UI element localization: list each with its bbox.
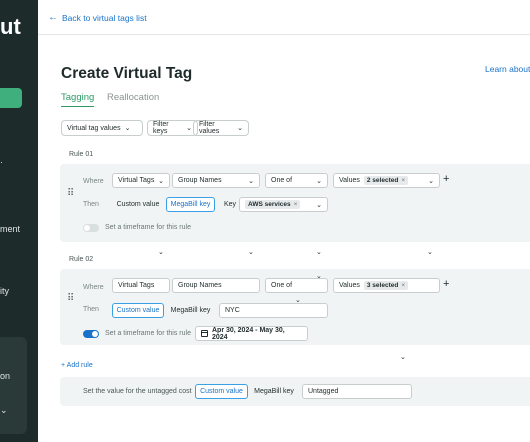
filter-label: Filter values bbox=[199, 121, 220, 135]
values-label: Values bbox=[339, 282, 360, 289]
input-value: NYC bbox=[225, 307, 240, 314]
chip-label: 3 selected bbox=[366, 282, 399, 289]
sidebar-account-panel[interactable] bbox=[0, 337, 27, 434]
chevron-down-icon: ⌄ bbox=[248, 249, 254, 256]
calendar-icon bbox=[201, 330, 208, 337]
where-label: Where bbox=[83, 178, 104, 185]
date-range-value: Apr 30, 2024 - May 30, 2024 bbox=[211, 326, 285, 341]
sidebar-primary-button[interactable] bbox=[0, 88, 22, 108]
timeframe-label: Set a timeframe for this rule bbox=[105, 330, 191, 337]
chevron-down-icon: ⌄ bbox=[428, 177, 434, 185]
close-icon[interactable]: × bbox=[401, 282, 405, 289]
key-select[interactable]: Group Names bbox=[172, 278, 260, 293]
drag-handle-icon[interactable]: ⠿ bbox=[67, 188, 74, 199]
key-select[interactable]: Group Names ⌄ bbox=[172, 173, 260, 188]
sidebar-item-dot[interactable]: · bbox=[0, 157, 3, 167]
drag-handle-icon[interactable]: ⠿ bbox=[67, 293, 74, 304]
rule-label: Rule 01 bbox=[69, 151, 94, 158]
values-label: Values bbox=[339, 177, 360, 184]
chevron-down-icon: ⌄ bbox=[237, 125, 243, 132]
chevron-down-icon: ⌄ bbox=[316, 249, 322, 256]
untagged-value-input[interactable]: Untagged bbox=[302, 384, 412, 399]
add-rule-button[interactable]: + Add rule bbox=[61, 362, 93, 369]
select-value: One of bbox=[271, 177, 293, 184]
close-icon[interactable]: × bbox=[401, 177, 405, 184]
values-chip: 3 selected × bbox=[363, 281, 409, 290]
filter-virtual-tag-values[interactable]: Virtual tag values ⌄ bbox=[61, 120, 143, 136]
timeframe-label: Set a timeframe for this rule bbox=[105, 224, 191, 231]
megabill-key-select[interactable]: AWS services × ⌄ bbox=[239, 197, 328, 212]
date-range-picker[interactable]: Apr 30, 2024 - May 30, 2024 bbox=[195, 326, 308, 341]
sidebar-item-security[interactable]: ity bbox=[0, 286, 9, 296]
untagged-custom-value-button[interactable]: Custom value bbox=[195, 384, 248, 399]
close-icon[interactable]: × bbox=[294, 201, 298, 208]
select-value: Virtual Tags bbox=[118, 282, 155, 289]
select-value: One of bbox=[271, 282, 293, 289]
sidebar-item-management[interactable]: ment bbox=[0, 224, 20, 234]
values-select[interactable]: Values 2 selected × ⌄ bbox=[333, 173, 440, 188]
back-link[interactable]: ← Back to virtual tags list bbox=[48, 12, 147, 23]
filter-values[interactable]: Filter values ⌄ bbox=[193, 120, 249, 136]
sidebar-panel-label: on bbox=[0, 371, 11, 381]
chevron-down-icon: ⌄ bbox=[316, 201, 322, 209]
chevron-down-icon: ⌄ bbox=[427, 249, 433, 256]
add-condition-button[interactable]: + bbox=[443, 278, 449, 290]
chevron-down-icon: ⌄ bbox=[316, 273, 322, 280]
filter-label: Virtual tag values bbox=[67, 124, 121, 132]
select-value: Virtual Tags bbox=[118, 177, 155, 184]
then-label: Then bbox=[83, 201, 99, 208]
app-logo: ut bbox=[0, 14, 21, 39]
sidebar: ut · ment ity on ⌄ bbox=[0, 0, 38, 442]
tab-tagging[interactable]: Tagging bbox=[61, 92, 95, 107]
filter-keys[interactable]: Filter keys ⌄ bbox=[147, 120, 198, 136]
values-content: Values 2 selected × bbox=[339, 176, 409, 185]
chevron-down-icon: ⌄ bbox=[186, 125, 192, 132]
key-chip: AWS services × bbox=[245, 200, 301, 209]
add-condition-button[interactable]: + bbox=[443, 173, 449, 185]
key-type-select[interactable]: Virtual Tags bbox=[112, 278, 170, 293]
megabill-key-button[interactable]: MegaBill key bbox=[166, 303, 215, 318]
timeframe-toggle[interactable] bbox=[83, 224, 99, 232]
chevron-down-icon: ⌄ bbox=[158, 177, 164, 185]
key-type-select[interactable]: Virtual Tags ⌄ bbox=[112, 173, 170, 188]
chevron-down-icon: ⌄ bbox=[158, 249, 164, 256]
custom-value-button[interactable]: Custom value bbox=[112, 197, 164, 212]
chevron-down-icon: ⌄ bbox=[248, 177, 254, 185]
values-content: Values 3 selected × bbox=[339, 281, 409, 290]
filter-label: Filter keys bbox=[153, 121, 169, 135]
operator-select[interactable]: One of ⌄ bbox=[265, 173, 328, 188]
chip-label: 2 selected bbox=[366, 177, 399, 184]
input-value: Untagged bbox=[308, 388, 339, 395]
select-value: Group Names bbox=[178, 282, 222, 289]
timeframe-toggle[interactable] bbox=[83, 330, 99, 338]
then-label: Then bbox=[83, 306, 99, 313]
select-value: Group Names bbox=[178, 177, 222, 184]
key-label: Key bbox=[224, 201, 237, 208]
custom-value-button[interactable]: Custom value bbox=[112, 303, 164, 318]
untagged-label: Set the value for the untagged cost bbox=[83, 388, 192, 395]
page-title: Create Virtual Tag bbox=[61, 65, 193, 82]
operator-select[interactable]: One of bbox=[265, 278, 328, 293]
custom-value-input[interactable]: NYC bbox=[219, 303, 328, 318]
chevron-down-icon[interactable]: ⌄ bbox=[0, 405, 8, 416]
tab-reallocation[interactable]: Reallocation bbox=[107, 92, 159, 103]
chip-label: AWS services bbox=[248, 201, 291, 208]
chevron-down-icon: ⌄ bbox=[316, 177, 322, 185]
learn-about-link[interactable]: Learn about bbox=[485, 64, 530, 74]
arrow-left-icon: ← bbox=[48, 12, 58, 23]
rule-label: Rule 02 bbox=[69, 256, 94, 263]
values-select[interactable]: Values 3 selected × bbox=[333, 278, 440, 293]
chevron-down-icon: ⌄ bbox=[400, 354, 406, 361]
main-content: ← Back to virtual tags list Create Virtu… bbox=[38, 0, 530, 442]
values-chip: 2 selected × bbox=[363, 176, 409, 185]
chevron-down-icon: ⌄ bbox=[124, 125, 131, 132]
megabill-key-button[interactable]: MegaBill key bbox=[166, 197, 215, 212]
top-bar: ← Back to virtual tags list bbox=[38, 0, 530, 35]
where-label: Where bbox=[83, 284, 104, 291]
untagged-megabill-key-button[interactable]: MegaBill key bbox=[250, 384, 298, 399]
back-link-label: Back to virtual tags list bbox=[62, 12, 147, 23]
